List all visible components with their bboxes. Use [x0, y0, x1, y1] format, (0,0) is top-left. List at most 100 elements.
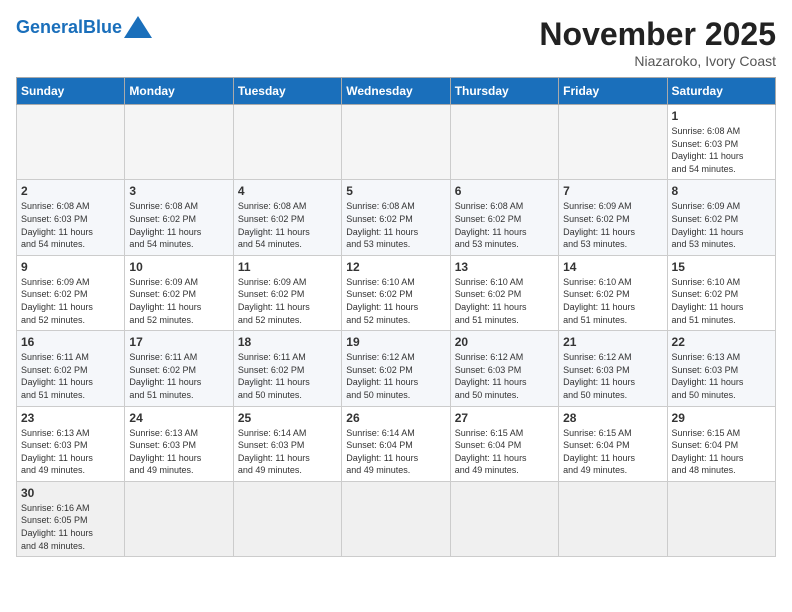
calendar-day-cell [342, 481, 450, 556]
calendar-day-cell: 26 Sunrise: 6:14 AMSunset: 6:04 PMDayligh… [342, 406, 450, 481]
calendar-week-row: 30Sunrise: 6:16 AMSunset: 6:05 PMDayligh… [17, 481, 776, 556]
day-number: 10 [129, 260, 228, 274]
calendar-day-cell: 16Sunrise: 6:11 AMSunset: 6:02 PMDayligh… [17, 331, 125, 406]
day-info: Sunrise: 6:13 AMSunset: 6:03 PMDaylight:… [672, 351, 771, 401]
calendar-day-cell: 28 Sunrise: 6:15 AMSunset: 6:04 PMDayligh… [559, 406, 667, 481]
calendar-day-cell [233, 481, 341, 556]
calendar-day-header: Saturday [667, 78, 775, 105]
calendar-day-cell: 7 Sunrise: 6:09 AMSunset: 6:02 PMDaylight… [559, 180, 667, 255]
calendar-day-cell: 2Sunrise: 6:08 AMSunset: 6:03 PMDaylight… [17, 180, 125, 255]
calendar-day-cell [342, 105, 450, 180]
calendar-week-row: 1 Sunrise: 6:08 AMSunset: 6:03 PMDaylight… [17, 105, 776, 180]
day-info: Sunrise: 6:10 AMSunset: 6:02 PMDaylight:… [455, 276, 554, 326]
calendar-day-cell [450, 481, 558, 556]
calendar-day-cell: 14 Sunrise: 6:10 AMSunset: 6:02 PMDayligh… [559, 255, 667, 330]
calendar-day-cell: 21Sunrise: 6:12 AMSunset: 6:03 PMDayligh… [559, 331, 667, 406]
logo-triangle-icon [124, 16, 152, 38]
day-number: 17 [129, 335, 228, 349]
day-info: Sunrise: 6:10 AMSunset: 6:02 PMDaylight:… [563, 276, 662, 326]
calendar-day-cell: 8 Sunrise: 6:09 AMSunset: 6:02 PMDaylight… [667, 180, 775, 255]
day-number: 16 [21, 335, 120, 349]
day-info: Sunrise: 6:11 AMSunset: 6:02 PMDaylight:… [129, 351, 228, 401]
calendar-day-header: Thursday [450, 78, 558, 105]
calendar-day-header: Tuesday [233, 78, 341, 105]
day-number: 11 [238, 260, 337, 274]
calendar-day-cell: 10 Sunrise: 6:09 AMSunset: 6:02 PMDayligh… [125, 255, 233, 330]
day-number: 21 [563, 335, 662, 349]
calendar-day-cell: 5 Sunrise: 6:08 AMSunset: 6:02 PMDaylight… [342, 180, 450, 255]
day-number: 23 [21, 411, 120, 425]
day-info: Sunrise: 6:13 AMSunset: 6:03 PMDaylight:… [21, 427, 120, 477]
calendar-day-cell: 23 Sunrise: 6:13 AMSunset: 6:03 PMDayligh… [17, 406, 125, 481]
day-info: Sunrise: 6:09 AMSunset: 6:02 PMDaylight:… [563, 200, 662, 250]
month-title: November 2025 [539, 16, 776, 53]
calendar-day-cell: 30Sunrise: 6:16 AMSunset: 6:05 PMDayligh… [17, 481, 125, 556]
day-number: 18 [238, 335, 337, 349]
calendar-day-cell [559, 105, 667, 180]
calendar-day-header: Wednesday [342, 78, 450, 105]
calendar-day-cell: 19Sunrise: 6:12 AMSunset: 6:02 PMDayligh… [342, 331, 450, 406]
logo-text: GeneralBlue [16, 17, 122, 38]
calendar-header-row: SundayMondayTuesdayWednesdayThursdayFrid… [17, 78, 776, 105]
day-info: Sunrise: 6:08 AMSunset: 6:02 PMDaylight:… [238, 200, 337, 250]
day-number: 15 [672, 260, 771, 274]
day-number: 28 [563, 411, 662, 425]
calendar-day-cell: 18 Sunrise: 6:11 AMSunset: 6:02 PMDayligh… [233, 331, 341, 406]
day-number: 26 [346, 411, 445, 425]
day-info: Sunrise: 6:13 AMSunset: 6:03 PMDaylight:… [129, 427, 228, 477]
calendar-day-header: Friday [559, 78, 667, 105]
logo-general: General [16, 17, 83, 37]
day-info: Sunrise: 6:15 AMSunset: 6:04 PMDaylight:… [455, 427, 554, 477]
calendar-day-cell [559, 481, 667, 556]
calendar-day-cell: 24 Sunrise: 6:13 AMSunset: 6:03 PMDayligh… [125, 406, 233, 481]
calendar-day-cell: 4 Sunrise: 6:08 AMSunset: 6:02 PMDaylight… [233, 180, 341, 255]
calendar-day-cell: 29Sunrise: 6:15 AMSunset: 6:04 PMDayligh… [667, 406, 775, 481]
day-number: 8 [672, 184, 771, 198]
day-info: Sunrise: 6:11 AMSunset: 6:02 PMDaylight:… [238, 351, 337, 401]
calendar-day-cell: 20 Sunrise: 6:12 AMSunset: 6:03 PMDayligh… [450, 331, 558, 406]
day-info: Sunrise: 6:09 AMSunset: 6:02 PMDaylight:… [672, 200, 771, 250]
day-number: 13 [455, 260, 554, 274]
calendar-day-cell: 25Sunrise: 6:14 AMSunset: 6:03 PMDayligh… [233, 406, 341, 481]
day-info: Sunrise: 6:08 AMSunset: 6:02 PMDaylight:… [455, 200, 554, 250]
day-info: Sunrise: 6:08 AMSunset: 6:03 PMDaylight:… [672, 125, 771, 175]
calendar-day-cell: 11 Sunrise: 6:09 AMSunset: 6:02 PMDayligh… [233, 255, 341, 330]
title-block: November 2025 Niazaroko, Ivory Coast [539, 16, 776, 69]
day-number: 1 [672, 109, 771, 123]
day-number: 14 [563, 260, 662, 274]
location: Niazaroko, Ivory Coast [539, 53, 776, 69]
day-info: Sunrise: 6:10 AMSunset: 6:02 PMDaylight:… [672, 276, 771, 326]
day-number: 5 [346, 184, 445, 198]
calendar-day-cell: 27Sunrise: 6:15 AMSunset: 6:04 PMDayligh… [450, 406, 558, 481]
calendar-day-cell [125, 481, 233, 556]
calendar-day-header: Sunday [17, 78, 125, 105]
day-info: Sunrise: 6:14 AMSunset: 6:03 PMDaylight:… [238, 427, 337, 477]
calendar-day-cell: 9 Sunrise: 6:09 AMSunset: 6:02 PMDaylight… [17, 255, 125, 330]
calendar-day-header: Monday [125, 78, 233, 105]
calendar-day-cell [17, 105, 125, 180]
calendar-table: SundayMondayTuesdayWednesdayThursdayFrid… [16, 77, 776, 557]
day-number: 7 [563, 184, 662, 198]
day-info: Sunrise: 6:09 AMSunset: 6:02 PMDaylight:… [21, 276, 120, 326]
day-info: Sunrise: 6:12 AMSunset: 6:03 PMDaylight:… [455, 351, 554, 401]
calendar-week-row: 2Sunrise: 6:08 AMSunset: 6:03 PMDaylight… [17, 180, 776, 255]
calendar-day-cell: 17 Sunrise: 6:11 AMSunset: 6:02 PMDayligh… [125, 331, 233, 406]
day-number: 30 [21, 486, 120, 500]
day-info: Sunrise: 6:15 AMSunset: 6:04 PMDaylight:… [672, 427, 771, 477]
day-info: Sunrise: 6:14 AMSunset: 6:04 PMDaylight:… [346, 427, 445, 477]
calendar-week-row: 9 Sunrise: 6:09 AMSunset: 6:02 PMDaylight… [17, 255, 776, 330]
day-number: 4 [238, 184, 337, 198]
day-info: Sunrise: 6:08 AMSunset: 6:02 PMDaylight:… [346, 200, 445, 250]
day-info: Sunrise: 6:15 AMSunset: 6:04 PMDaylight:… [563, 427, 662, 477]
day-number: 24 [129, 411, 228, 425]
day-info: Sunrise: 6:09 AMSunset: 6:02 PMDaylight:… [238, 276, 337, 326]
day-info: Sunrise: 6:08 AMSunset: 6:02 PMDaylight:… [129, 200, 228, 250]
calendar-day-cell [667, 481, 775, 556]
calendar-week-row: 16 Sunrise: 6:11 AMSunset: 6:02 PMDayligh… [17, 331, 776, 406]
day-number: 9 [21, 260, 120, 274]
day-info: Sunrise: 6:12 AMSunset: 6:02 PMDaylight:… [346, 351, 445, 401]
day-number: 20 [455, 335, 554, 349]
calendar-week-row: 23 Sunrise: 6:13 AMSunset: 6:03 PMDayligh… [17, 406, 776, 481]
day-info: Sunrise: 6:10 AMSunset: 6:02 PMDaylight:… [346, 276, 445, 326]
day-info: Sunrise: 6:09 AMSunset: 6:02 PMDaylight:… [129, 276, 228, 326]
